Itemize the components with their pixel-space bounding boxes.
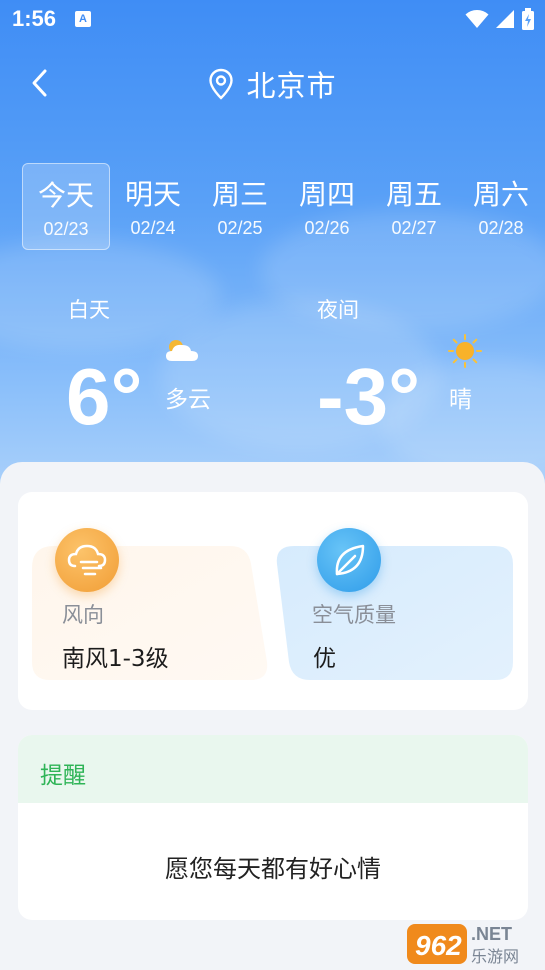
day-name: 今天 [37,179,94,212]
day-tabs: 今天 02/23 明天 02/24 周三 02/25 周四 02/26 周五 0… [22,163,545,251]
wifi-icon [465,10,489,28]
city-name: 北京市 [246,69,337,103]
day-date: 02/28 [478,218,524,238]
tab-day-3[interactable]: 周四 02/26 [283,163,371,250]
day-date: 02/24 [130,218,176,238]
site-watermark-logo: 962 .NET 乐游网 [405,918,545,970]
day-date: 02/27 [391,218,437,238]
signal-icon [496,10,514,28]
leaf-icon [317,528,381,592]
tab-day-0[interactable]: 今天 02/23 [22,163,110,250]
sun-icon [448,334,482,368]
reminder-header: 提醒 [18,735,528,803]
day-condition: 多云 [165,387,211,413]
status-bar: 1:56 A [0,0,545,40]
battery-icon [522,8,534,30]
watermark-suffix: .NET [471,924,512,944]
city-selector[interactable]: 北京市 [0,63,545,105]
day-name: 周四 [298,178,355,211]
wind-label: 风向 [62,603,104,627]
app-header: 北京市 [0,55,545,111]
tab-day-2[interactable]: 周三 02/25 [196,163,284,250]
air-quality-tile: 空气质量 优 [276,528,513,680]
wind-value: 南风1-3级 [62,646,169,672]
reminder-message: 愿您每天都有好心情 [165,855,381,883]
tab-day-5[interactable]: 周六 02/28 [457,163,545,250]
tab-day-4[interactable]: 周五 02/27 [370,163,458,250]
day-name: 周六 [472,178,529,211]
day-date: 02/23 [43,219,89,239]
watermark-subtitle: 乐游网 [471,947,519,966]
day-name: 周五 [385,178,442,211]
reminder-card: 提醒 愿您每天都有好心情 [18,735,528,920]
night-condition: 晴 [449,387,472,413]
partly-cloudy-icon [166,340,198,361]
day-date: 02/26 [304,218,350,238]
day-name: 明天 [124,178,181,211]
wind-cloud-icon [55,528,119,592]
day-period-label: 白天 [68,298,110,322]
night-period-label: 夜间 [317,298,359,322]
wind-tile: 风向 南风1-3级 [32,528,268,680]
air-quality-value: 优 [313,646,336,672]
location-pin-icon [209,68,234,100]
day-temperature: 6° [66,352,143,441]
day-name: 周三 [211,178,268,211]
air-quality-label: 空气质量 [312,603,396,627]
watermark-brand: 962 [415,930,462,961]
day-date: 02/25 [217,218,263,238]
night-temperature: -3° [317,352,421,441]
reminder-title: 提醒 [40,763,86,789]
tab-day-1[interactable]: 明天 02/24 [109,163,197,250]
notification-icon: A [75,11,91,27]
status-time: 1:56 [12,6,57,31]
